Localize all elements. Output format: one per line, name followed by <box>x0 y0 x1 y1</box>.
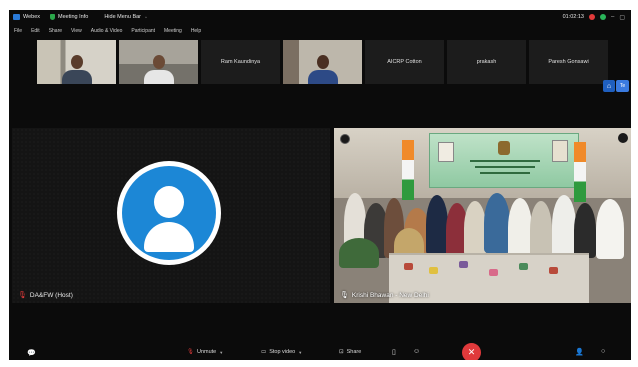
share-screen-icon: ⊡ <box>339 349 344 355</box>
hide-menu-bar-label: Hide Menu Bar <box>104 14 141 20</box>
menu-view[interactable]: View <box>71 28 82 34</box>
menu-meeting[interactable]: Meeting <box>164 28 182 34</box>
participant-tile[interactable] <box>119 40 198 84</box>
host-name-label: 🎙 DA&FW (Host) <box>18 291 73 300</box>
recording-icon[interactable] <box>588 14 595 20</box>
participant-tile[interactable] <box>283 40 362 84</box>
avatar <box>122 166 216 260</box>
host-video-pane[interactable]: 🎙 DA&FW (Host) <box>12 128 330 303</box>
home-icon[interactable]: ⌂ <box>603 80 615 92</box>
share-label: Share <box>346 349 362 355</box>
speaker-name: Krishi Bhawan - New Delhi <box>351 291 429 299</box>
participants-icon[interactable]: 👤 <box>575 348 584 356</box>
connection-status-icon[interactable] <box>599 14 606 20</box>
chat-icon[interactable]: 💬 <box>27 349 36 357</box>
meeting-controls: 💬 🎙 Unmute ▼ ▭ Stop video ▼ ⊡ Share ▯ ☺ … <box>9 343 631 360</box>
video-camera-icon: ▭ <box>261 349 267 355</box>
participant-tile[interactable]: Ram Kaundinya <box>201 40 280 84</box>
participant-video <box>61 55 92 84</box>
app-name: Webex <box>23 14 41 20</box>
share-button[interactable]: ⊡ Share <box>339 349 361 355</box>
participant-strip: Ram Kaundinya AICRP Cotton prakash Pares… <box>37 40 608 84</box>
menu-share[interactable]: Share <box>49 28 62 34</box>
video-options-icon[interactable] <box>618 133 628 143</box>
event-banner-image <box>429 133 579 188</box>
shield-icon <box>50 14 56 20</box>
participant-tile[interactable]: Paresh Gonsawi <box>529 40 608 84</box>
leave-meeting-button[interactable]: ✕ <box>462 343 481 360</box>
participant-name: Paresh Gonsawi <box>548 59 589 65</box>
pin-video-icon[interactable] <box>340 134 350 144</box>
participant-tile[interactable]: AICRP Cotton <box>365 40 444 84</box>
participant-name: AICRP Cotton <box>387 59 422 65</box>
title-bar: Webex Meeting Info Hide Menu Bar ^ 01:02… <box>9 10 631 24</box>
minimize-icon[interactable]: – <box>611 14 614 20</box>
unmute-label: Unmute <box>196 349 217 355</box>
hide-menu-bar-button[interactable]: Hide Menu Bar ^ <box>104 14 147 20</box>
layout-button[interactable]: Te <box>616 80 629 92</box>
speaker-name-label: 🎙 Krishi Bhawan - New Delhi <box>340 291 429 300</box>
menu-audio-video[interactable]: Audio & Video <box>91 28 123 34</box>
participant-video <box>143 55 174 84</box>
webex-window: Webex Meeting Info Hide Menu Bar ^ 01:02… <box>9 10 631 360</box>
menu-help[interactable]: Help <box>191 28 201 34</box>
meeting-info-button[interactable]: Meeting Info <box>50 14 88 20</box>
chevron-down-icon[interactable]: ▼ <box>298 350 302 355</box>
record-icon[interactable]: ▯ <box>392 348 396 356</box>
menu-participant[interactable]: Participant <box>131 28 155 34</box>
app-menu[interactable]: Webex <box>13 14 40 20</box>
chat-panel-icon[interactable]: ○ <box>601 348 605 355</box>
maximize-icon[interactable]: ▢ <box>619 14 625 21</box>
participant-name: prakash <box>476 59 497 65</box>
mic-icon: 🎙 <box>340 292 349 299</box>
webex-logo-icon <box>13 14 20 20</box>
muted-mic-icon: 🎙 <box>18 292 27 299</box>
active-speaker-video-pane[interactable]: 🎙 Krishi Bhawan - New Delhi <box>334 128 631 303</box>
participant-tile[interactable] <box>37 40 116 84</box>
titlebar-right: 01:02:13 – ▢ <box>563 10 625 24</box>
meeting-timer: 01:02:13 <box>562 14 584 20</box>
user-silhouette-icon <box>154 186 184 218</box>
participant-tile[interactable]: prakash <box>447 40 526 84</box>
unmute-button[interactable]: 🎙 Unmute ▼ <box>187 349 223 355</box>
meeting-info-label: Meeting Info <box>58 14 89 20</box>
stop-video-button[interactable]: ▭ Stop video ▼ <box>261 349 302 355</box>
layout-controls: ⌂ Te <box>603 80 629 92</box>
host-name: DA&FW (Host) <box>29 291 73 299</box>
menu-edit[interactable]: Edit <box>31 28 40 34</box>
participant-name: Ram Kaundinya <box>220 59 261 65</box>
menu-bar: File Edit Share View Audio & Video Parti… <box>9 25 201 36</box>
participant-video <box>307 55 338 84</box>
reactions-icon[interactable]: ☺ <box>413 348 420 355</box>
menu-file[interactable]: File <box>14 28 22 34</box>
chevron-down-icon[interactable]: ▼ <box>219 350 223 355</box>
room-participants-image <box>334 183 631 268</box>
chevron-up-icon: ^ <box>145 14 147 20</box>
muted-mic-icon: 🎙 <box>187 349 194 355</box>
stop-video-label: Stop video <box>269 349 296 355</box>
